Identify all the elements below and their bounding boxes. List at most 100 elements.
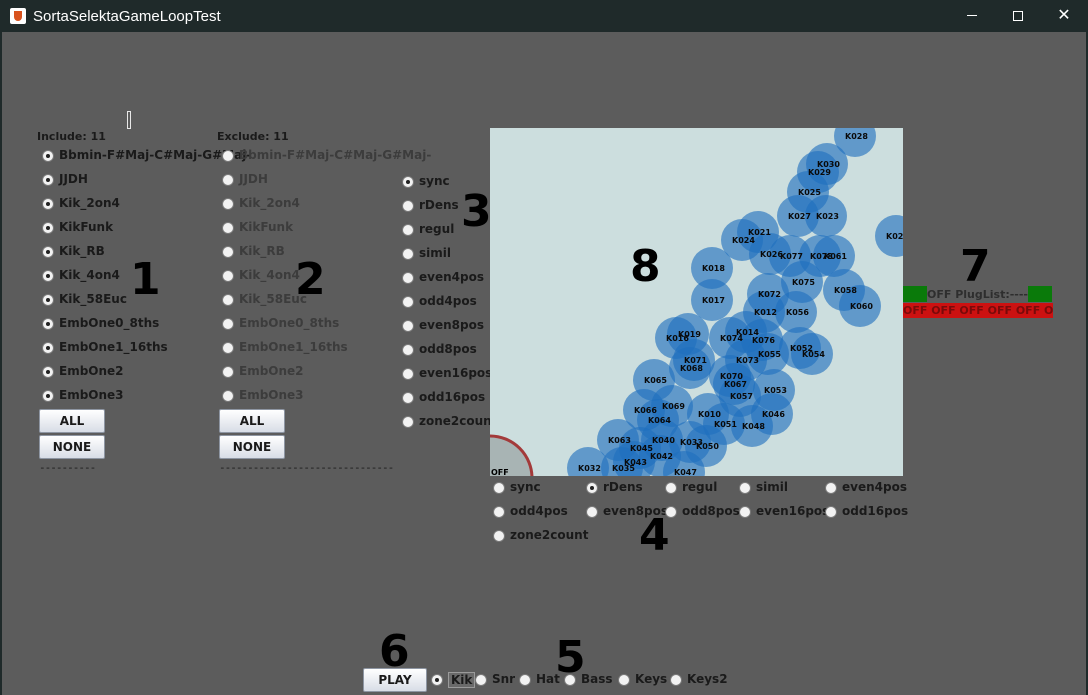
node-label: K054 [802, 350, 825, 359]
radio-button[interactable] [42, 318, 54, 330]
radio-button[interactable] [402, 368, 414, 380]
radio-label: JJDH [59, 172, 88, 186]
radio-button[interactable] [222, 294, 234, 306]
annotation-8: 8 [630, 241, 661, 292]
node-label: K046 [762, 410, 785, 419]
radio-label: Keys2 [687, 672, 728, 686]
main-panel: Include: 11 Bbmin-F#Maj-C#Maj-G#Maj- JJDH… [0, 32, 1088, 695]
radio-button[interactable] [222, 198, 234, 210]
radio-label: KikFunk [59, 220, 114, 234]
radio-button[interactable] [402, 344, 414, 356]
radio-button[interactable] [222, 246, 234, 258]
radio-button[interactable] [42, 366, 54, 378]
radio-button[interactable] [42, 246, 54, 258]
node-label: K02 [886, 232, 903, 241]
radio-button[interactable] [493, 482, 505, 494]
radio-button[interactable] [42, 342, 54, 354]
node-label: K010 [698, 410, 721, 419]
exclude-divider: ------------------------------- [219, 461, 394, 474]
radio-button[interactable] [222, 390, 234, 402]
radio-button[interactable] [402, 392, 414, 404]
radio-button[interactable] [222, 366, 234, 378]
radio-label: odd4pos [419, 294, 477, 308]
radio-label: regul [682, 480, 718, 494]
node-label: K076 [752, 336, 775, 345]
radio-button[interactable] [402, 272, 414, 284]
minimize-button[interactable] [949, 0, 995, 32]
radio-button[interactable] [222, 318, 234, 330]
node-label: K068 [680, 364, 703, 373]
radio-label: odd8pos [419, 342, 477, 356]
radio-button[interactable] [493, 506, 505, 518]
radio-label: odd16pos [419, 390, 486, 404]
radio-button[interactable] [402, 320, 414, 332]
radio-label: KikFunk [239, 220, 294, 234]
node-label: K027 [788, 212, 811, 221]
radio-button[interactable] [739, 482, 751, 494]
node-label: K018 [702, 264, 725, 273]
maximize-button[interactable] [995, 0, 1041, 32]
radio-button[interactable] [431, 674, 443, 686]
radio-button[interactable] [586, 506, 598, 518]
radio-label: rDens [603, 480, 643, 494]
include-none-button[interactable]: NONE [39, 435, 105, 459]
radio-button[interactable] [825, 506, 837, 518]
radio-label: even4pos [842, 480, 907, 494]
radio-button[interactable] [519, 674, 531, 686]
cluster-canvas[interactable]: K028 K030 K029 K025 K027 K023 K021 K02 K024 K026 K… [490, 128, 903, 476]
radio-button[interactable] [42, 294, 54, 306]
radio-label: Kik [448, 672, 476, 688]
radio-button[interactable] [402, 176, 414, 188]
node-label: K055 [758, 350, 781, 359]
exclude-none-button[interactable]: NONE [219, 435, 285, 459]
node-label: K023 [816, 212, 839, 221]
radio-label: even16pos [756, 504, 830, 518]
include-all-button[interactable]: ALL [39, 409, 105, 433]
annotation-6: 6 [379, 626, 410, 677]
radio-button[interactable] [670, 674, 682, 686]
radio-label: Kik_4on4 [239, 268, 300, 282]
radio-button[interactable] [222, 150, 234, 162]
radio-button[interactable] [42, 150, 54, 162]
radio-label: regul [419, 222, 455, 236]
radio-button[interactable] [222, 270, 234, 282]
radio-button[interactable] [42, 174, 54, 186]
radio-button[interactable] [739, 506, 751, 518]
include-divider: ---------- [39, 461, 96, 474]
radio-button[interactable] [42, 222, 54, 234]
node-label: K017 [702, 296, 725, 305]
radio-button[interactable] [402, 416, 414, 428]
node-label: K050 [696, 442, 719, 451]
node-label: K029 [808, 168, 831, 177]
node-label: K074 [720, 334, 743, 343]
radio-button[interactable] [825, 482, 837, 494]
radio-label: Kik_2on4 [59, 196, 120, 210]
radio-label: EmbOne2 [239, 364, 304, 378]
radio-button[interactable] [222, 222, 234, 234]
exclude-all-button[interactable]: ALL [219, 409, 285, 433]
radio-button[interactable] [222, 174, 234, 186]
radio-button[interactable] [665, 482, 677, 494]
radio-button[interactable] [402, 248, 414, 260]
radio-button[interactable] [42, 270, 54, 282]
radio-button[interactable] [586, 482, 598, 494]
radio-button[interactable] [402, 200, 414, 212]
radio-label: rDens [419, 198, 459, 212]
radio-button[interactable] [493, 530, 505, 542]
radio-label: simil [419, 246, 451, 260]
radio-button[interactable] [618, 674, 630, 686]
radio-label: even16pos [419, 366, 493, 380]
radio-button[interactable] [402, 224, 414, 236]
window-title: SortaSelektaGameLoopTest [33, 8, 221, 25]
radio-label: Kik_RB [239, 244, 285, 258]
radio-button[interactable] [42, 198, 54, 210]
close-button[interactable]: ✕ [1041, 0, 1087, 32]
annotation-2: 2 [295, 254, 326, 305]
radio-button[interactable] [222, 342, 234, 354]
radio-button[interactable] [475, 674, 487, 686]
radio-label: EmbOne3 [239, 388, 304, 402]
cluster-plot[interactable]: K028K030K029K025K027 K023K021 K02K024K026K… [490, 128, 903, 476]
radio-button[interactable] [42, 390, 54, 402]
radio-button[interactable] [402, 296, 414, 308]
node-label: K065 [644, 376, 667, 385]
